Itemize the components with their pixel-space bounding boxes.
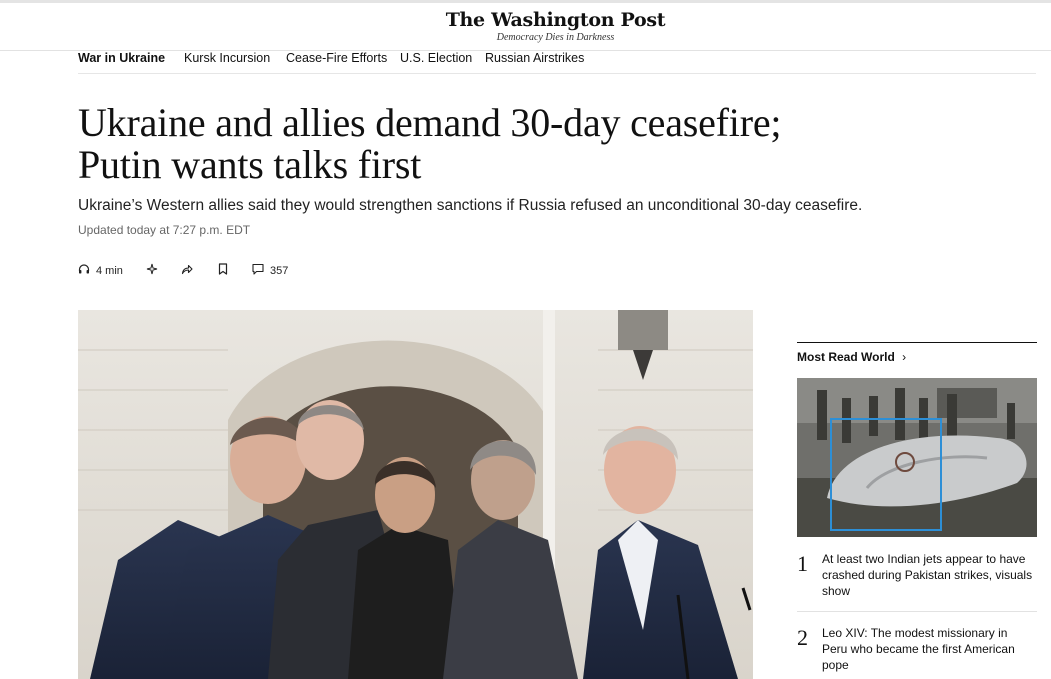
nav-item-kursk-incursion[interactable]: Kursk Incursion xyxy=(184,51,270,65)
nav-item-cease-fire-efforts[interactable]: Cease-Fire Efforts xyxy=(286,51,387,65)
headline-line-1: Ukraine and allies demand 30-day ceasefi… xyxy=(78,100,782,145)
most-read-rank: 1 xyxy=(797,551,808,576)
share-button[interactable] xyxy=(181,262,193,280)
sparkle-icon xyxy=(146,262,158,280)
headline-line-2: Putin wants talks first xyxy=(78,142,422,187)
most-read-photo[interactable] xyxy=(797,378,1037,537)
summary-button[interactable] xyxy=(146,262,158,280)
comment-icon xyxy=(252,262,264,280)
topic-nav: War in Ukraine Kursk Incursion Cease-Fir… xyxy=(78,51,1036,74)
masthead: The Washington Post Democracy Dies in Da… xyxy=(0,3,1051,51)
most-read-headline[interactable]: At least two Indian jets appear to have … xyxy=(822,551,1034,599)
comments-button[interactable]: 357 xyxy=(252,262,288,280)
article-headline: Ukraine and allies demand 30-day ceasefi… xyxy=(78,102,878,186)
most-read-title: Most Read World xyxy=(797,350,895,364)
article-subheadline: Ukraine’s Western allies said they would… xyxy=(78,197,863,214)
listen-duration: 4 min xyxy=(96,265,123,277)
site-logo[interactable]: The Washington Post xyxy=(0,9,1051,31)
divider xyxy=(797,611,1037,612)
sidebar-top-rule xyxy=(797,342,1037,343)
nav-item-war-in-ukraine[interactable]: War in Ukraine xyxy=(78,51,165,65)
most-read-photo-image xyxy=(797,378,1037,537)
lead-photo-image xyxy=(78,310,753,679)
comment-count: 357 xyxy=(270,265,289,277)
lead-photo[interactable] xyxy=(78,310,753,679)
share-icon xyxy=(181,262,193,280)
headphones-icon xyxy=(78,262,90,280)
save-button[interactable] xyxy=(217,262,229,280)
article-timestamp: Updated today at 7:27 p.m. EDT xyxy=(78,223,251,237)
bookmark-icon xyxy=(217,262,229,280)
nav-item-us-election[interactable]: U.S. Election xyxy=(400,51,472,65)
most-read-world-link[interactable]: Most Read World › xyxy=(797,350,906,364)
listen-button[interactable]: 4 min xyxy=(78,262,123,280)
site-tagline: Democracy Dies in Darkness xyxy=(496,32,615,43)
most-read-rank: 2 xyxy=(797,625,808,650)
chevron-right-icon: › xyxy=(902,350,907,364)
most-read-headline[interactable]: Leo XIV: The modest missionary in Peru w… xyxy=(822,625,1034,673)
nav-item-russian-airstrikes[interactable]: Russian Airstrikes xyxy=(485,51,584,65)
